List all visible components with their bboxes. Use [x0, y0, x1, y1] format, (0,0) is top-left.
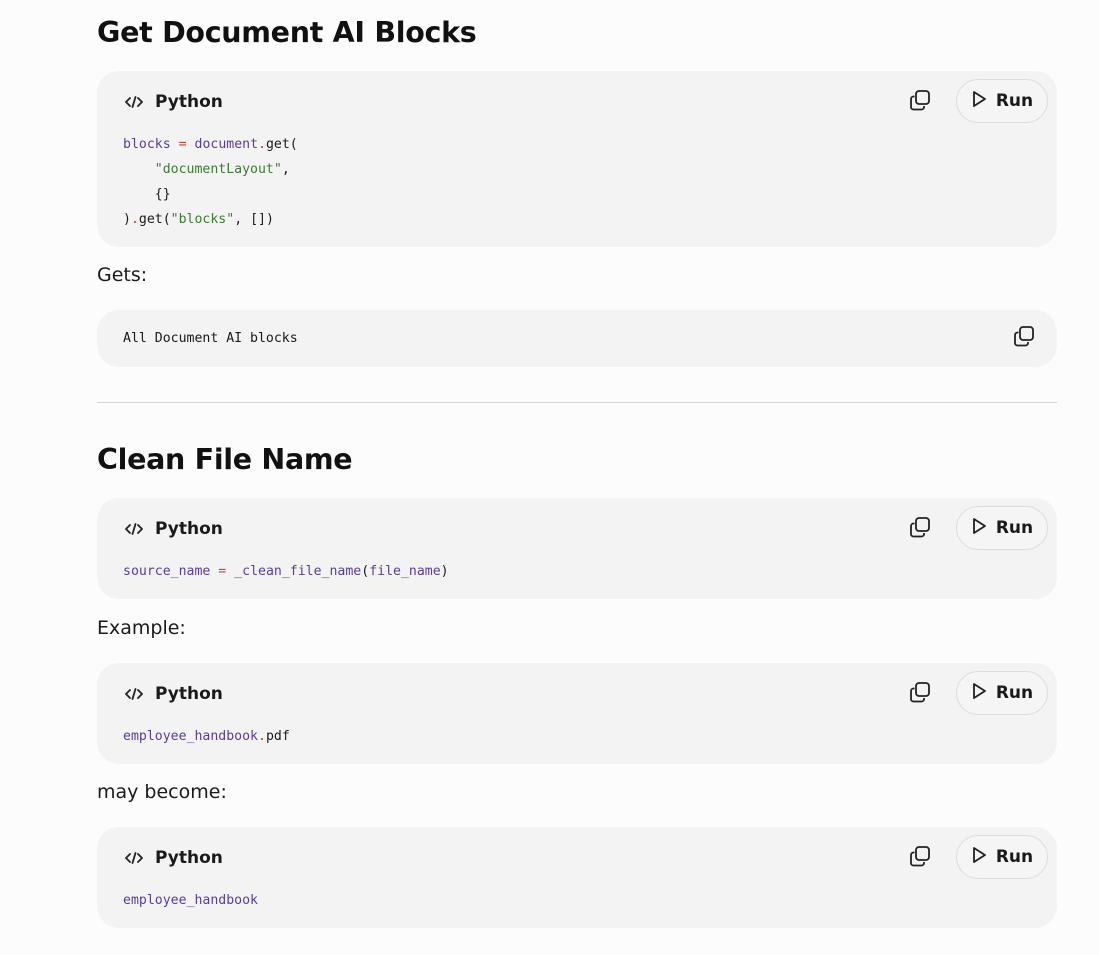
plain-output-block: All Document AI blocks: [97, 310, 1057, 367]
code-token: .: [130, 212, 139, 227]
run-button[interactable]: Run: [956, 835, 1048, 879]
code-token: {}: [123, 187, 171, 202]
run-label: Run: [995, 91, 1034, 111]
language-label: Python: [155, 519, 223, 539]
copy-button[interactable]: [905, 843, 935, 873]
code-block-clean-file-name: Python Run source_name = _clean_file_nam…: [97, 498, 1057, 599]
code-icon: [123, 91, 145, 113]
code-token: source_name: [123, 564, 211, 579]
code-token: ): [123, 212, 131, 227]
play-icon: [971, 90, 987, 113]
code-token: .: [258, 137, 266, 152]
code-icon: [123, 847, 145, 869]
code-token: get(: [138, 212, 171, 227]
code-block-header: Python: [123, 91, 223, 113]
section-title-get-document-ai-blocks: Get Document AI Blocks: [97, 16, 477, 49]
code-icon: [123, 518, 145, 540]
code-token: ,: [281, 162, 290, 177]
language-label: Python: [155, 848, 223, 868]
plain-output-text: All Document AI blocks: [123, 331, 298, 346]
code-token: "blocks": [170, 212, 235, 227]
run-label: Run: [995, 683, 1034, 703]
code-token: _clean_file_name: [234, 564, 362, 579]
section-divider: [97, 402, 1057, 403]
language-label: Python: [155, 92, 223, 112]
code-token: get(: [265, 137, 298, 152]
copy-icon: [909, 845, 931, 872]
code-text: blocks = document.get( "documentLayout",…: [123, 132, 298, 232]
code-token: =: [178, 137, 187, 152]
run-button[interactable]: Run: [956, 671, 1048, 715]
copy-button[interactable]: [905, 514, 935, 544]
code-token: document: [194, 137, 259, 152]
language-label: Python: [155, 684, 223, 704]
code-token: file_name: [369, 564, 441, 579]
code-text: employee_handbook: [123, 888, 258, 913]
code-block-header: Python: [123, 683, 223, 705]
code-block-result: Python Run employee_handbook: [97, 827, 1057, 928]
code-token: blocks: [123, 137, 171, 152]
code-block-header: Python: [123, 518, 223, 540]
code-token: ): [440, 564, 449, 579]
run-button[interactable]: Run: [956, 506, 1048, 550]
run-label: Run: [995, 518, 1034, 538]
code-token: employee_handbook: [123, 729, 258, 744]
code-text: source_name = _clean_file_name(file_name…: [123, 559, 449, 584]
code-token: , []): [234, 212, 274, 227]
run-button[interactable]: Run: [956, 79, 1048, 123]
code-block-header: Python: [123, 847, 223, 869]
copy-button[interactable]: [1009, 323, 1039, 353]
code-text: employee_handbook.pdf: [123, 724, 290, 749]
code-token: employee_handbook: [123, 893, 258, 908]
section-title-clean-file-name: Clean File Name: [97, 443, 353, 476]
copy-icon: [909, 89, 931, 116]
code-block-example: Python Run employee_handbook.pdf: [97, 663, 1057, 764]
code-token: "documentLayout": [154, 162, 282, 177]
gets-label: Gets:: [97, 264, 148, 286]
copy-icon: [909, 681, 931, 708]
code-token: (: [361, 564, 370, 579]
code-token: pdf: [265, 729, 290, 744]
code-icon: [123, 683, 145, 705]
copy-button[interactable]: [905, 87, 935, 117]
run-label: Run: [995, 847, 1034, 867]
copy-icon: [1013, 325, 1035, 352]
copy-button[interactable]: [905, 679, 935, 709]
play-icon: [971, 682, 987, 705]
code-block-get-blocks: Python Run blocks = document.get( "docum…: [97, 71, 1057, 247]
copy-icon: [909, 516, 931, 543]
play-icon: [971, 846, 987, 869]
code-token: .: [257, 729, 266, 744]
example-label: Example:: [97, 617, 186, 639]
play-icon: [971, 517, 987, 540]
may-become-label: may become:: [97, 781, 227, 803]
